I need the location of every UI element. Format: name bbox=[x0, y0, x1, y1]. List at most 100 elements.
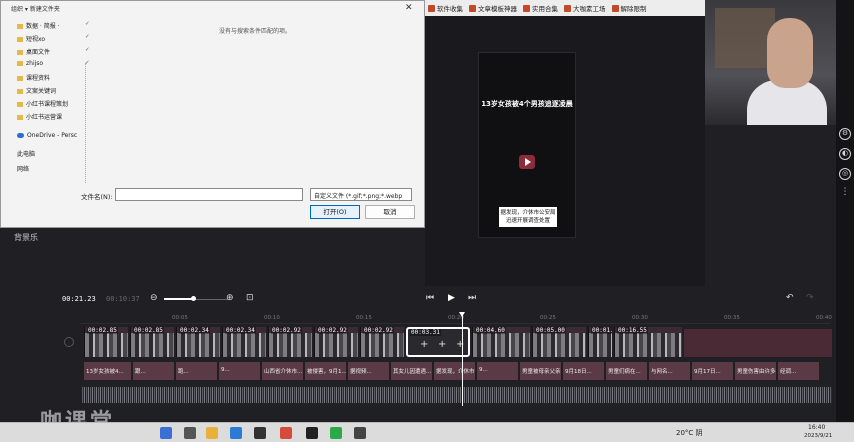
nav-item[interactable]: 小红书课程策划 bbox=[17, 99, 68, 108]
text-clip[interactable]: 跑... bbox=[176, 362, 218, 380]
timeline-ruler[interactable]: 00:05 00:10 00:15 00:20 00:25 00:30 00:35 00:40 bbox=[80, 314, 832, 324]
nav-scrollbar[interactable] bbox=[85, 63, 89, 183]
next-frame-icon[interactable]: ⏭ bbox=[468, 293, 476, 303]
text-clip[interactable]: 男童被母亲父亲... bbox=[520, 362, 562, 380]
bookmark-item[interactable]: 大咖素工场 bbox=[564, 3, 606, 13]
text-clip[interactable]: 与网名... bbox=[649, 362, 691, 380]
clip-thumbnail bbox=[533, 333, 586, 357]
filter-icon[interactable]: ◐ bbox=[839, 148, 851, 160]
typora-icon[interactable] bbox=[306, 427, 318, 439]
nav-item-label: 小红书运营课 bbox=[26, 114, 63, 121]
video-clip[interactable]: 00:04.60 bbox=[472, 327, 530, 357]
track-eye-icon[interactable] bbox=[64, 337, 74, 347]
video-clip[interactable]: 00:02.85 bbox=[130, 327, 174, 357]
clock-time[interactable]: 16:40 bbox=[808, 424, 825, 431]
clock-date[interactable]: 2023/9/21 bbox=[804, 433, 832, 439]
video-clip[interactable]: 00:01. bbox=[588, 327, 612, 357]
effect-icon[interactable]: ◎ bbox=[839, 168, 851, 180]
task-view-icon[interactable] bbox=[184, 427, 196, 439]
wechat-icon[interactable] bbox=[330, 427, 342, 439]
weather-text[interactable]: 20°C 阴 bbox=[676, 428, 703, 438]
pin-icon: ✓ bbox=[85, 47, 90, 53]
this-pc-item[interactable]: 此电脑 bbox=[17, 149, 35, 158]
empty-message: 没有与搜索条件匹配的项。 bbox=[219, 28, 292, 35]
text-clip[interactable]: 9... bbox=[477, 362, 519, 380]
video-clip[interactable]: 00:02.34 bbox=[222, 327, 266, 357]
close-icon[interactable]: ✕ bbox=[405, 3, 413, 13]
cancel-button[interactable]: 取消 bbox=[365, 205, 415, 219]
more-icon[interactable]: ⋮ bbox=[839, 188, 851, 200]
nav-item[interactable]: 数据 · 简报 · ✓ bbox=[17, 21, 90, 30]
organize-menu[interactable]: 组织 ▾ 新建文件夹 bbox=[11, 4, 60, 13]
text-clip[interactable]: 被侵害，9月1... bbox=[305, 362, 347, 380]
zoom-slider-handle[interactable] bbox=[190, 296, 196, 301]
text-clip[interactable]: 山西省介休市... bbox=[262, 362, 304, 380]
nav-item[interactable]: 课程资料 bbox=[17, 73, 50, 82]
video-clip[interactable]: 00:02.92 bbox=[360, 327, 404, 357]
clip-thumbnail bbox=[131, 333, 174, 357]
video-clip[interactable]: 00:02.92 bbox=[268, 327, 312, 357]
search-icon[interactable] bbox=[160, 427, 172, 439]
settings-icon[interactable]: ⚙ bbox=[839, 128, 851, 140]
nav-item[interactable]: 短视xo ✓ bbox=[17, 34, 90, 43]
audio-waveform[interactable] bbox=[82, 387, 832, 403]
text-clip[interactable]: 9月18日... bbox=[563, 362, 605, 380]
text-clip[interactable]: 跟... bbox=[133, 362, 175, 380]
video-clip[interactable]: 00:05.00 bbox=[532, 327, 586, 357]
text-clip[interactable]: 9... bbox=[219, 362, 261, 380]
video-clip[interactable]: 00:02.92 bbox=[314, 327, 358, 357]
bookmark-bar: 软件收集 文章模板神器 实用合集 大咖素工场 解除限制 bbox=[425, 0, 705, 16]
bookmark-label: 软件收集 bbox=[437, 5, 463, 13]
bookmark-item[interactable]: 文章模板神器 bbox=[469, 3, 517, 13]
fit-icon[interactable]: ⊡ bbox=[246, 293, 254, 303]
bookmark-item[interactable]: 软件收集 bbox=[428, 3, 463, 13]
play-button[interactable]: ▶ bbox=[448, 293, 455, 303]
file-explorer-icon[interactable] bbox=[206, 427, 218, 439]
nav-item[interactable]: zhijso ✓ bbox=[17, 60, 90, 67]
add-icon[interactable]: + bbox=[438, 339, 446, 350]
zoom-in-icon[interactable]: ⊕ bbox=[226, 293, 234, 303]
onedrive-item[interactable]: OneDrive - Persc bbox=[17, 132, 77, 139]
nav-item[interactable]: 文案关键词 bbox=[17, 86, 56, 95]
text-clip[interactable]: 男童伤害由许多检察... bbox=[735, 362, 777, 380]
bookmark-label: 解除限制 bbox=[620, 5, 647, 13]
video-clip[interactable]: 00:16.55 bbox=[614, 327, 682, 357]
prev-frame-icon[interactable]: ⏮ bbox=[426, 293, 434, 303]
right-toolbar: ⚙ ◐ ◎ ⋮ bbox=[836, 0, 854, 422]
presenter-face bbox=[767, 18, 813, 88]
nav-item[interactable]: 桌面文件 ✓ bbox=[17, 47, 90, 56]
add-icon[interactable]: + bbox=[420, 339, 428, 350]
app-icon[interactable] bbox=[280, 427, 292, 439]
undo-icon[interactable]: ↶ bbox=[786, 293, 794, 303]
video-clip[interactable]: 00:02.85 bbox=[84, 327, 128, 357]
playhead[interactable] bbox=[459, 312, 465, 406]
text-clip[interactable]: 男童们病在... bbox=[606, 362, 648, 380]
bgm-label[interactable]: 背景乐 bbox=[14, 232, 38, 243]
bookmark-item[interactable]: 实用合集 bbox=[523, 3, 558, 13]
play-icon[interactable] bbox=[519, 155, 535, 169]
text-clip[interactable]: 其女儿因遭遇... bbox=[391, 362, 433, 380]
clip-tail[interactable] bbox=[684, 329, 832, 357]
nav-item[interactable]: 小红书运营课 bbox=[17, 112, 62, 121]
terminal-icon[interactable] bbox=[354, 427, 366, 439]
edge-icon[interactable] bbox=[230, 427, 242, 439]
text-clip[interactable]: 9月17日... bbox=[692, 362, 734, 380]
text-clip[interactable]: 据视频... bbox=[348, 362, 390, 380]
text-clip[interactable]: 据发现，介休市公... bbox=[434, 362, 476, 380]
zoom-out-icon[interactable]: ⊖ bbox=[150, 293, 158, 303]
capcut-icon[interactable] bbox=[254, 427, 266, 439]
clip-duration: 00:04.60 bbox=[475, 327, 506, 334]
network-item[interactable]: 网络 bbox=[17, 164, 29, 173]
file-type-select[interactable]: 自定义文件 (*.gif;*.png;*.webp bbox=[310, 188, 412, 201]
bookmark-item[interactable]: 解除限制 bbox=[611, 3, 647, 13]
open-button[interactable]: 打开(O) bbox=[310, 205, 360, 219]
video-clip[interactable]: 00:02.34 bbox=[176, 327, 220, 357]
text-clip[interactable]: 13岁女孩被4... bbox=[84, 362, 132, 380]
add-icon[interactable]: + bbox=[456, 339, 464, 350]
video-clip[interactable]: 00:03.31 + + + bbox=[406, 327, 470, 357]
text-clip[interactable]: 经调... bbox=[778, 362, 820, 380]
filename-input[interactable] bbox=[115, 188, 303, 201]
cloud-icon bbox=[17, 133, 24, 138]
redo-icon[interactable]: ↷ bbox=[806, 293, 814, 303]
clip-thumbnail bbox=[361, 333, 404, 357]
